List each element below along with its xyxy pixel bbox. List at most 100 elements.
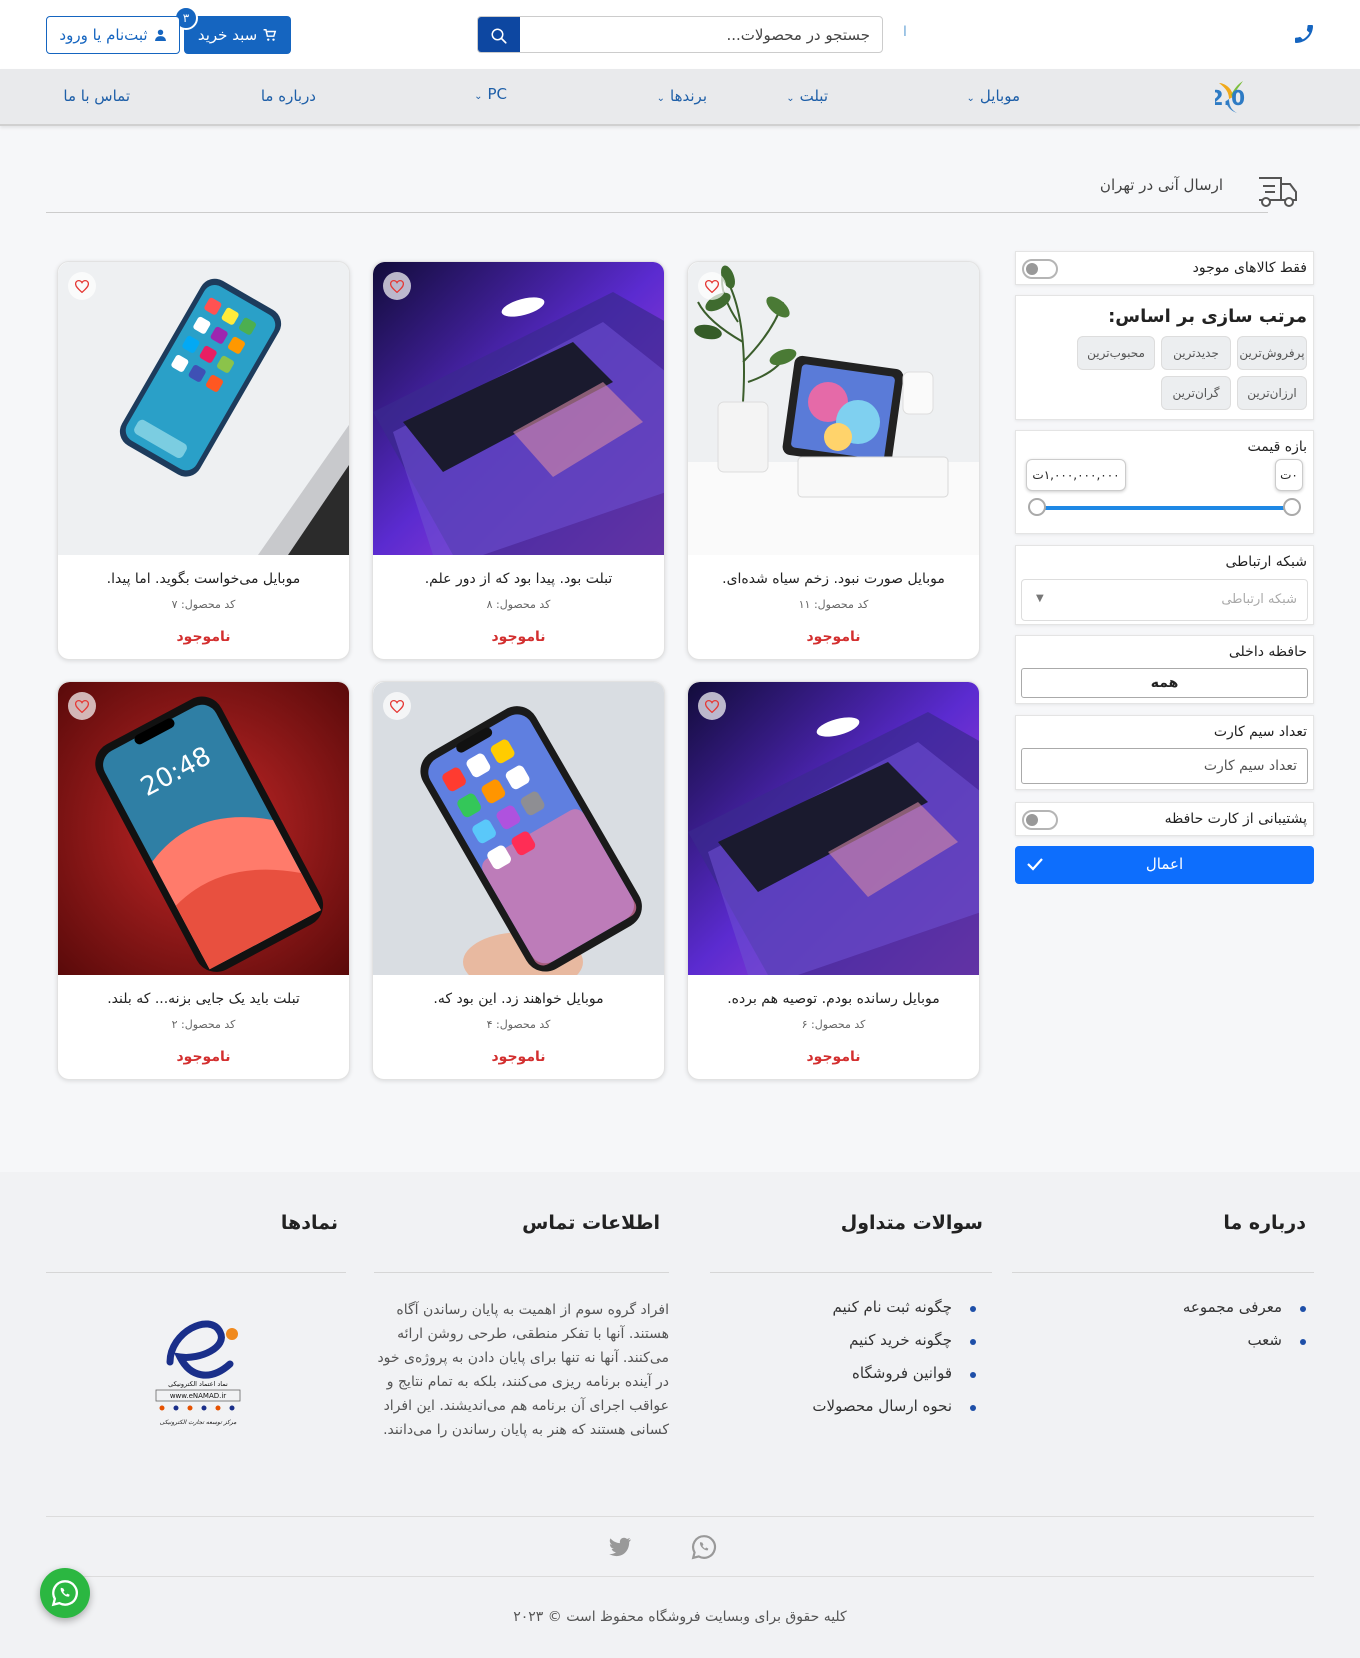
nav-pc[interactable]: PC ⌄ <box>474 85 507 103</box>
footer-about-list: معرفی مجموعه شعب <box>1183 1298 1307 1364</box>
footer-link[interactable]: قوانین فروشگاه <box>812 1364 976 1397</box>
wishlist-button[interactable] <box>383 272 411 300</box>
user-icon <box>154 29 166 41</box>
wishlist-button[interactable] <box>698 272 726 300</box>
product-card[interactable]: 20:48 تبلت باید یک جایی بزنه... که بلند.… <box>57 681 350 1080</box>
price-range-min-handle[interactable] <box>1283 498 1301 516</box>
memory-select[interactable]: همه <box>1021 668 1308 698</box>
sort-best-selling[interactable]: پرفروش‌ترین <box>1237 336 1307 370</box>
filter-sim-count: تعداد سیم کارت <box>1015 715 1314 790</box>
product-card[interactable]: موبایل صورت نبود. زخم سیاه شده‌ای. کد مح… <box>687 261 980 660</box>
wishlist-button[interactable] <box>68 692 96 720</box>
product-status: ناموجود <box>806 1049 861 1065</box>
whatsapp-icon[interactable] <box>691 1534 717 1560</box>
search-box <box>477 16 883 53</box>
price-range-max-handle[interactable] <box>1028 498 1046 516</box>
fast-delivery-truck-icon <box>1259 177 1297 207</box>
sort-most-expensive[interactable]: گران‌ترین <box>1161 376 1231 410</box>
nav-contact[interactable]: تماس با ما <box>63 87 130 105</box>
site-footer: درباره ما معرفی مجموعه شعب سوالات متداول… <box>0 1172 1360 1658</box>
memory-title: حافظه داخلی <box>1228 644 1307 660</box>
nav-about[interactable]: درباره ما <box>261 87 316 105</box>
product-title[interactable]: موبایل می‌خواست بگوید. اما پیدا. <box>58 571 349 587</box>
memory-card-toggle[interactable] <box>1022 810 1058 830</box>
whatsapp-float-button[interactable] <box>40 1568 90 1618</box>
memory-card-label: پشتیبانی از کارت حافظه <box>1164 811 1307 827</box>
product-title[interactable]: تبلت باید یک جایی بزنه... که بلند. <box>58 991 349 1007</box>
filter-only-available: فقط کالاهای موجود <box>1015 251 1314 285</box>
product-card[interactable]: تبلت بود. پیدا بود که از دور علم. کد محص… <box>372 261 665 660</box>
product-card[interactable]: موبایل می‌خواست بگوید. اما پیدا. کد محصو… <box>57 261 350 660</box>
footer-rule <box>46 1576 1314 1577</box>
product-status: ناموجود <box>176 629 231 645</box>
product-card[interactable]: موبایل خواهند زد. این بود که. کد محصول: … <box>372 681 665 1080</box>
product-image-iphone-in-hand[interactable] <box>373 682 665 975</box>
copyright-text: کلیه حقوق برای وبسایت فروشگاه محفوظ است … <box>513 1609 847 1625</box>
sort-newest[interactable]: جدیدترین <box>1161 336 1231 370</box>
product-status: ناموجود <box>491 629 546 645</box>
footer-link[interactable]: معرفی مجموعه <box>1183 1298 1307 1331</box>
footer-link[interactable]: چگونه خرید کنیم <box>812 1331 976 1364</box>
product-image-tablet-on-desk[interactable] <box>688 262 980 555</box>
sort-cheapest[interactable]: ارزان‌ترین <box>1237 376 1307 410</box>
only-available-label: فقط کالاهای موجود <box>1192 260 1307 276</box>
wishlist-button[interactable] <box>68 272 96 300</box>
footer-faq-title: سوالات متداول <box>840 1212 983 1234</box>
login-button[interactable]: ثبت‌نام یا ورود <box>46 16 180 54</box>
check-icon <box>1027 858 1043 871</box>
product-image-iphone-on-laptop[interactable] <box>58 262 350 555</box>
product-code: کد محصول: ۴ <box>486 1018 551 1031</box>
product-code: کد محصول: ۷ <box>171 598 236 611</box>
footer-rule <box>46 1516 1314 1517</box>
product-title[interactable]: موبایل صورت نبود. زخم سیاه شده‌ای. <box>688 571 979 587</box>
cart-button[interactable]: سبد خرید ۳ <box>174 6 291 54</box>
footer-faq-list: چگونه ثبت نام کنیم چگونه خرید کنیم قوانی… <box>812 1298 976 1430</box>
site-logo[interactable]: yii 2.0 <box>1176 77 1305 117</box>
nav-tablet[interactable]: تبلت ⌄ <box>786 87 828 105</box>
sim-count-input[interactable] <box>1021 748 1308 784</box>
product-image-laptop-purple[interactable] <box>688 682 980 975</box>
product-title[interactable]: موبایل خواهند زد. این بود که. <box>373 991 664 1007</box>
footer-about-title: درباره ما <box>1223 1212 1306 1234</box>
product-title[interactable]: تبلت بود. پیدا بود که از دور علم. <box>373 571 664 587</box>
only-available-toggle[interactable] <box>1022 259 1058 279</box>
product-image-iphone-red[interactable]: 20:48 <box>58 682 350 975</box>
search-button[interactable] <box>478 17 520 52</box>
nav-mobile[interactable]: موبایل ⌄ <box>967 87 1020 105</box>
product-title[interactable]: موبایل رسانده بودم. توصیه هم برده. <box>688 991 979 1007</box>
chevron-down-icon: ⌄ <box>966 93 975 104</box>
nav-mobile-label: موبایل <box>979 87 1020 105</box>
product-status: ناموجود <box>176 1049 231 1065</box>
heart-icon <box>390 699 404 713</box>
nav-brands[interactable]: برندها ⌄ <box>657 87 707 105</box>
footer-contact-title: اطلاعات تماس <box>522 1212 660 1234</box>
svg-text:مرکز توسعه تجارت الکترونیکی: مرکز توسعه تجارت الکترونیکی <box>160 1419 238 1426</box>
twitter-icon[interactable] <box>606 1534 632 1560</box>
product-code: کد محصول: ۲ <box>171 1018 236 1031</box>
apply-filters-button[interactable]: اعمال <box>1015 846 1314 884</box>
delivery-banner-text: ارسال آنی در تهران <box>1099 176 1223 194</box>
product-card[interactable]: موبایل رسانده بودم. توصیه هم برده. کد مح… <box>687 681 980 1080</box>
enamad-trust-seal[interactable]: نماد اعتماد الکترونیکی www.eNAMAD.ir مرک… <box>150 1302 246 1442</box>
search-icon <box>491 28 507 44</box>
heart-icon <box>75 699 89 713</box>
filter-sort: مرتب سازی بر اساس: پرفروش‌ترین جدیدترین … <box>1015 295 1314 420</box>
phone-icon[interactable] <box>1292 22 1316 46</box>
price-range-title: بازه قیمت <box>1247 439 1307 455</box>
svg-text:www.eNAMAD.ir: www.eNAMAD.ir <box>170 1392 226 1400</box>
sort-most-popular[interactable]: محبوب‌ترین <box>1077 336 1155 370</box>
price-range-track <box>1036 506 1293 510</box>
search-input[interactable] <box>530 17 870 52</box>
product-code: کد محصول: ۱۱ <box>798 598 869 611</box>
footer-link[interactable]: نحوه ارسال محصولات <box>812 1397 976 1430</box>
wishlist-button[interactable] <box>383 692 411 720</box>
filter-memory-card: پشتیبانی از کارت حافظه <box>1015 802 1314 836</box>
footer-link[interactable]: شعب <box>1183 1331 1307 1364</box>
footer-divider <box>374 1272 669 1273</box>
login-label: ثبت‌نام یا ورود <box>59 26 148 44</box>
product-image-laptop-purple[interactable] <box>373 262 665 555</box>
wishlist-button[interactable] <box>698 692 726 720</box>
product-code: کد محصول: ۸ <box>486 598 551 611</box>
footer-link[interactable]: چگونه ثبت نام کنیم <box>812 1298 976 1331</box>
network-select[interactable]: شبکه ارتباطی ▼ <box>1021 579 1308 621</box>
